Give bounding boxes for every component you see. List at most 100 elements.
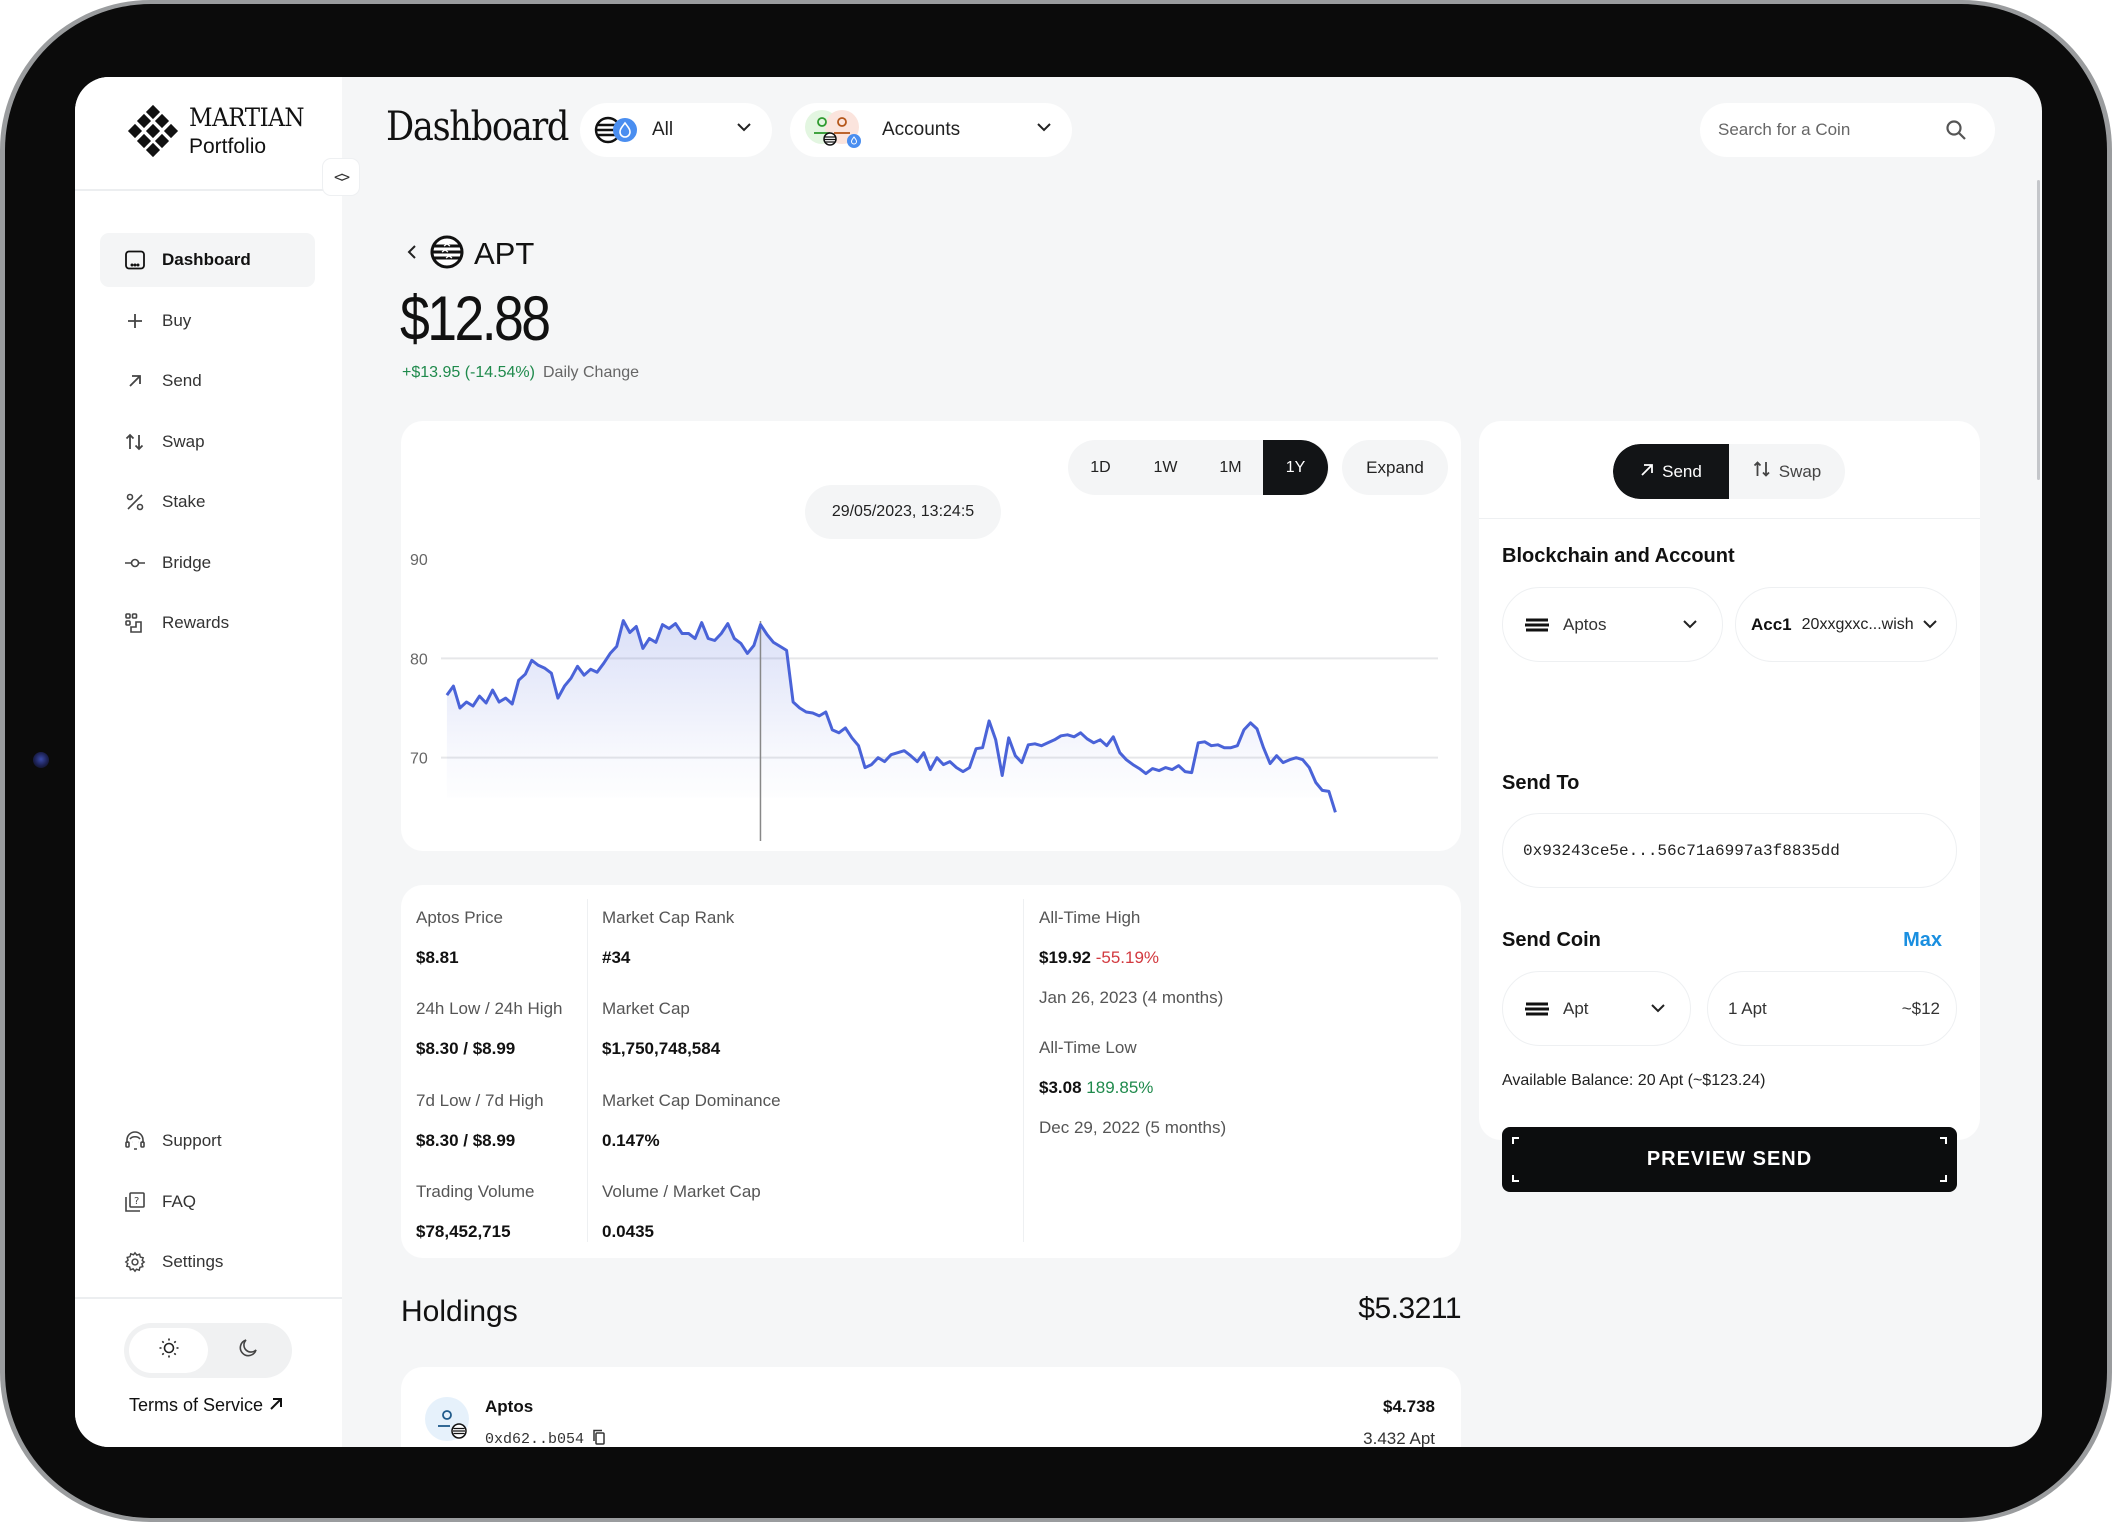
holdings-list: Aptos 0xd62..b054 $4.738 3.432 Apt — [401, 1367, 1461, 1447]
gear-icon — [124, 1251, 146, 1273]
coin-price: $12.88 — [400, 284, 551, 354]
blockchain-value: Aptos — [1563, 614, 1607, 634]
blockchain-select[interactable]: Aptos — [1502, 587, 1723, 662]
amount-usd: ~$12 — [1901, 998, 1940, 1018]
accounts-filter-dropdown[interactable]: Accounts — [790, 103, 1072, 157]
dark-theme-button[interactable] — [208, 1328, 287, 1373]
holding-address: 0xd62..b054 — [485, 1429, 606, 1447]
sidebar-item-stake[interactable]: Stake — [100, 475, 315, 529]
amount-input[interactable]: 1 Apt ~$12 — [1707, 971, 1957, 1046]
stat-volume-market-cap: Volume / Market Cap 0.0435 — [602, 1182, 761, 1242]
holding-row[interactable]: Aptos 0xd62..b054 $4.738 3.432 Apt — [401, 1367, 1461, 1447]
stat-value: $8.30 / $8.99 — [416, 1039, 516, 1058]
rewards-icon — [124, 612, 146, 634]
sidebar-item-buy[interactable]: Buy — [100, 294, 315, 348]
preview-send-button[interactable]: PREVIEW SEND — [1502, 1127, 1957, 1192]
chevron-down-icon — [734, 117, 754, 142]
stat-all-time-low: All-Time Low $3.08 189.85% Dec 29, 2022 … — [1039, 1038, 1226, 1138]
chevron-down-icon — [1920, 614, 1940, 639]
swap-arrows-icon — [124, 431, 146, 453]
network-icons — [594, 115, 640, 145]
chart-tooltip: 29/05/2023, 13:24:5 — [805, 485, 1001, 539]
ath-date: Jan 26, 2023 (4 months) — [1039, 988, 1224, 1007]
back-chevron-icon[interactable] — [404, 243, 420, 265]
address-text: 0xd62..b054 — [485, 1431, 585, 1447]
account-address: 20xxgxxc...wish — [1801, 615, 1914, 633]
sidebar-nav: Dashboard Buy Send Swap Stake Bridge Rew… — [100, 233, 315, 657]
stat-market-cap: Market Cap $1,750,748,584 — [602, 999, 720, 1059]
sidebar-item-faq[interactable]: ? FAQ — [100, 1175, 315, 1229]
send-to-label: Send To — [1502, 772, 1580, 794]
available-balance: Available Balance: 20 Apt (~$123.24) — [1502, 1072, 1766, 1089]
range-1y-button[interactable]: 1Y — [1263, 440, 1328, 495]
daily-change: +$13.95 (-14.54%) Daily Change — [402, 364, 639, 382]
copy-icon[interactable] — [592, 1429, 606, 1447]
chevron-down-icon — [1648, 998, 1668, 1023]
arrow-up-right-icon — [1640, 462, 1654, 482]
send-panel: Send Swap Blockchain and Account Aptos A… — [1479, 421, 1980, 1192]
account-name: Acc1 — [1751, 614, 1792, 634]
tab-send[interactable]: Send — [1613, 444, 1729, 499]
tab-swap[interactable]: Swap — [1729, 444, 1845, 499]
accounts-icons — [804, 109, 870, 151]
sidebar-item-swap[interactable]: Swap — [100, 415, 315, 469]
sidebar-item-label: Send — [162, 371, 202, 390]
range-1w-button[interactable]: 1W — [1133, 440, 1198, 495]
arrow-up-right-icon — [124, 370, 146, 392]
stat-value: $1,750,748,584 — [602, 1039, 721, 1058]
stat-value: $8.30 / $8.99 — [416, 1131, 516, 1150]
corner-mark — [1512, 1137, 1519, 1144]
sun-icon — [158, 1337, 180, 1364]
stat-value: $19.92 -55.19% — [1039, 948, 1223, 968]
aptos-coin-icon — [1523, 611, 1551, 639]
coin-symbol: APT — [474, 236, 535, 271]
send-to-input[interactable]: 0x93243ce5e...56c71a6997a3f8835dd — [1502, 813, 1957, 888]
stat-label: All-Time Low — [1039, 1038, 1137, 1057]
coin-value: Apt — [1563, 998, 1589, 1018]
expand-chart-button[interactable]: Expand — [1342, 440, 1448, 495]
bridge-icon — [124, 552, 146, 574]
stat-label: Market Cap Dominance — [602, 1091, 781, 1110]
camera-icon — [33, 752, 49, 768]
sidebar-item-dashboard[interactable]: Dashboard — [100, 233, 315, 287]
search-icon[interactable] — [1945, 119, 1967, 145]
stat-label: 24h Low / 24h High — [416, 999, 563, 1018]
sidebar-collapse-button[interactable]: <> — [322, 158, 360, 196]
stat-label: 7d Low / 7d High — [416, 1091, 544, 1110]
sidebar-item-send[interactable]: Send — [100, 354, 315, 408]
send-to-address: 0x93243ce5e...56c71a6997a3f8835dd — [1523, 841, 1840, 860]
range-1m-button[interactable]: 1M — [1198, 440, 1263, 495]
chevron-down-icon — [1680, 614, 1700, 639]
holding-amount: 3.432 Apt — [1363, 1429, 1435, 1447]
account-select[interactable]: Acc1 20xxgxxc...wish — [1735, 587, 1957, 662]
swap-arrows-icon — [1753, 461, 1771, 482]
column-divider — [1023, 899, 1024, 1242]
sidebar-item-support[interactable]: Support — [100, 1114, 315, 1168]
accounts-filter-label: Accounts — [882, 119, 961, 140]
sidebar-item-settings[interactable]: Settings — [100, 1235, 315, 1289]
network-filter-dropdown[interactable]: All — [580, 103, 772, 157]
sidebar-item-rewards[interactable]: Rewards — [100, 596, 315, 650]
sidebar-item-bridge[interactable]: Bridge — [100, 536, 315, 590]
stat-value: #34 — [602, 948, 631, 967]
stat-label: All-Time High — [1039, 908, 1141, 927]
theme-toggle[interactable] — [124, 1323, 292, 1378]
preview-send-label: PREVIEW SEND — [1646, 1148, 1813, 1170]
search-input[interactable] — [1718, 120, 1938, 140]
stat-label: Trading Volume — [416, 1182, 535, 1201]
light-theme-button[interactable] — [129, 1328, 208, 1373]
atl-value: $3.08 — [1039, 1078, 1082, 1097]
sidebar-item-label: Bridge — [162, 552, 212, 572]
terms-of-service-link[interactable]: Terms of Service — [129, 1395, 283, 1416]
coin-select[interactable]: Apt — [1502, 971, 1691, 1046]
brand-logo[interactable]: MARTIAN Portfolio — [127, 103, 314, 158]
sidebar-divider — [75, 189, 342, 191]
page-scrollbar[interactable] — [2037, 180, 2040, 480]
brand-title: MARTIAN — [189, 103, 305, 132]
range-1d-button[interactable]: 1D — [1068, 440, 1133, 495]
svg-text:?: ? — [134, 1196, 139, 1207]
max-button[interactable]: Max — [1903, 929, 1942, 952]
corner-mark — [1940, 1175, 1947, 1182]
sidebar-divider — [75, 1297, 342, 1299]
stat-label: Market Cap Rank — [602, 908, 735, 927]
